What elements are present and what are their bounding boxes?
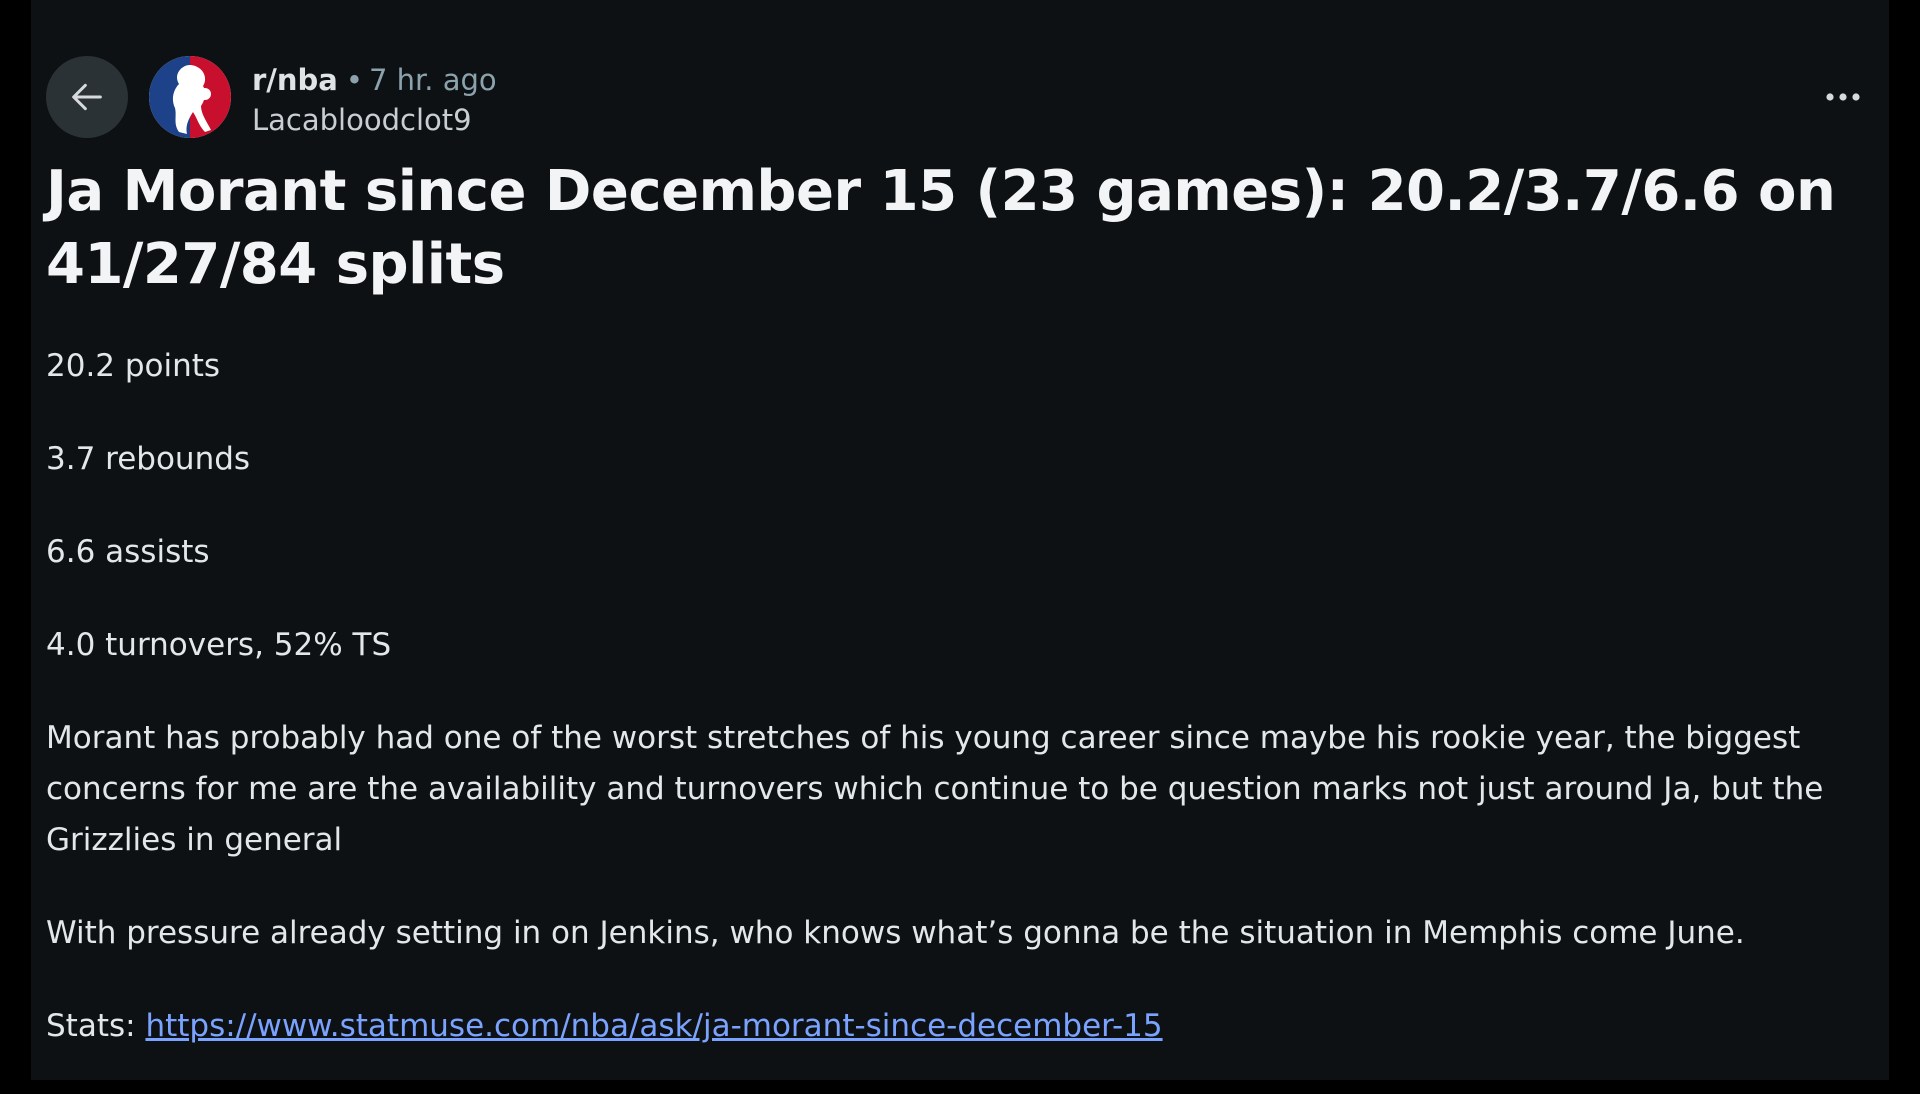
post-body: 20.2 points 3.7 rebounds 6.6 assists 4.0… (46, 341, 1876, 1094)
stat-assists: 6.6 assists (46, 534, 210, 570)
stats-line: Stats: https://www.statmuse.com/nba/ask/… (46, 1001, 1876, 1052)
post-time: 7 hr. ago (368, 63, 497, 97)
back-arrow-icon (72, 83, 102, 111)
stat-rebounds: 3.7 rebounds (46, 441, 251, 477)
stats-label: Stats: (46, 1008, 146, 1044)
more-options-icon (1826, 93, 1860, 101)
stats-link[interactable]: https://www.statmuse.com/nba/ask/ja-mora… (145, 1008, 1162, 1044)
more-options-button[interactable] (1819, 80, 1867, 114)
meta-separator: • (345, 63, 363, 97)
stat-points: 20.2 points (46, 348, 221, 384)
post-container: r/nba • 7 hr. ago Lacabloodclot9 Ja Morant… (31, 0, 1889, 1080)
author-link[interactable]: Lacabloodclot9 (252, 103, 472, 137)
post-header: r/nba • 7 hr. ago Lacabloodclot9 (46, 56, 1889, 140)
back-button[interactable] (46, 56, 128, 138)
subreddit-link[interactable]: r/nba (252, 63, 338, 97)
post-title: Ja Morant since December 15 (23 games): … (46, 159, 1836, 297)
body-paragraph-1: Morant has probably had one of the worst… (46, 720, 1824, 858)
subreddit-avatar[interactable] (149, 56, 231, 138)
stat-turnovers: 4.0 turnovers, 52% TS (46, 627, 392, 663)
post-meta: r/nba • 7 hr. ago Lacabloodclot9 (252, 60, 497, 140)
nba-logo-icon (149, 56, 231, 138)
body-paragraph-2: With pressure already setting in on Jenk… (46, 915, 1745, 951)
